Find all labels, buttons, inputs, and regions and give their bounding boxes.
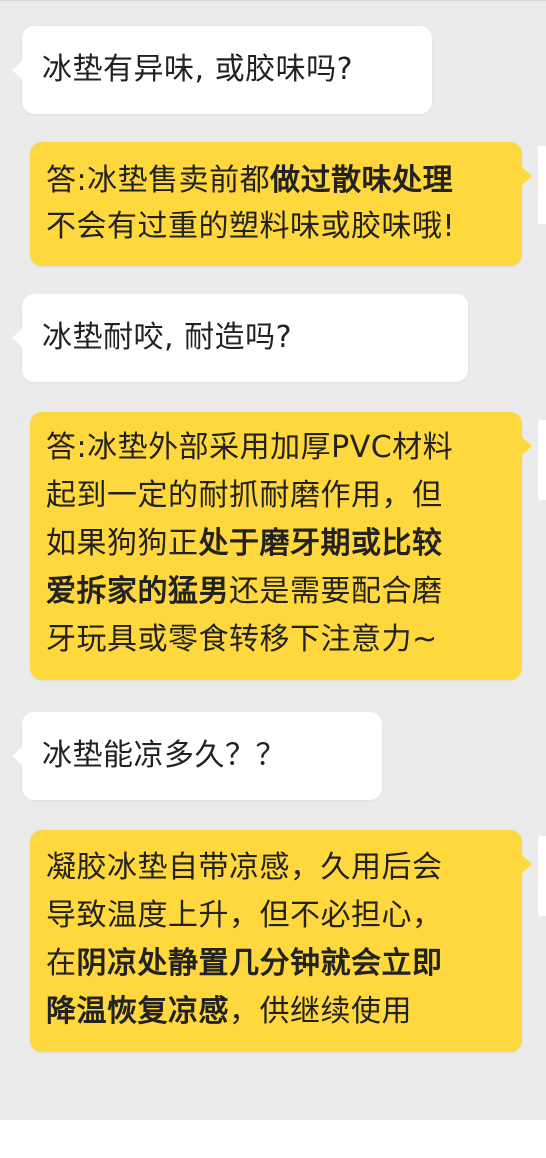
answer-3-line-2: 导致温度上升，但不必担心， [46, 898, 443, 933]
answer-bubble-2: 答:冰垫外部采用加厚PVC材料 起到一定的耐抓耐磨作用，但 如果狗狗正处于磨牙期… [30, 412, 532, 680]
right-edge-avatar-2 [538, 420, 546, 500]
right-edge-avatar-3 [538, 836, 546, 916]
answer-2-highlight-1: 处于磨牙期或比较 [198, 526, 443, 561]
answer-bubble-1: 答:冰垫售卖前都做过散味处理 不会有过重的塑料味或胶味哦! [30, 142, 532, 266]
answer-1-line-1: 答:冰垫售卖前都做过散味处理 [46, 163, 454, 198]
answer-1-highlight: 做过散味处理 [270, 163, 454, 198]
answer-2-line-5: 牙玩具或零食转移下注意力~ [46, 622, 438, 657]
question-bubble-3: 冰垫能凉多久？？ [12, 712, 382, 800]
answer-3-line-1: 凝胶冰垫自带凉感，久用后会 [46, 850, 443, 885]
question-text-2: 冰垫耐咬, 耐造吗? [42, 320, 292, 355]
question-bubble-1: 冰垫有异味, 或胶味吗? [12, 26, 432, 114]
top-divider [0, 0, 546, 1]
question-text-3: 冰垫能凉多久？？ [42, 738, 286, 773]
answer-bubble-3: 凝胶冰垫自带凉感，久用后会 导致温度上升，但不必担心， 在阴凉处静置几分钟就会立… [30, 830, 532, 1052]
answer-3-line-3: 在阴凉处静置几分钟就会立即 [46, 946, 443, 981]
answer-3-highlight-1: 阴凉处静置几分钟就会立即 [76, 946, 443, 981]
question-bubble-2: 冰垫耐咬, 耐造吗? [12, 294, 468, 382]
bottom-blank-area [0, 1120, 546, 1158]
answer-1-line-2: 不会有过重的塑料味或胶味哦! [46, 209, 456, 244]
answer-2-highlight-2: 爱拆家的猛男 [46, 574, 229, 609]
answer-2-line-2: 起到一定的耐抓耐磨作用，但 [46, 478, 443, 513]
answer-3-highlight-2: 降温恢复凉感 [46, 994, 229, 1029]
answer-3-line-4: 降温恢复凉感，供继续使用 [46, 994, 412, 1029]
right-edge-avatar-1 [538, 146, 546, 224]
answer-2-line-3: 如果狗狗正处于磨牙期或比较 [46, 526, 443, 561]
question-text-1: 冰垫有异味, 或胶味吗? [42, 52, 353, 87]
answer-2-line-4: 爱拆家的猛男还是需要配合磨 [46, 574, 443, 609]
answer-2-line-1: 答:冰垫外部采用加厚PVC材料 [46, 430, 454, 465]
